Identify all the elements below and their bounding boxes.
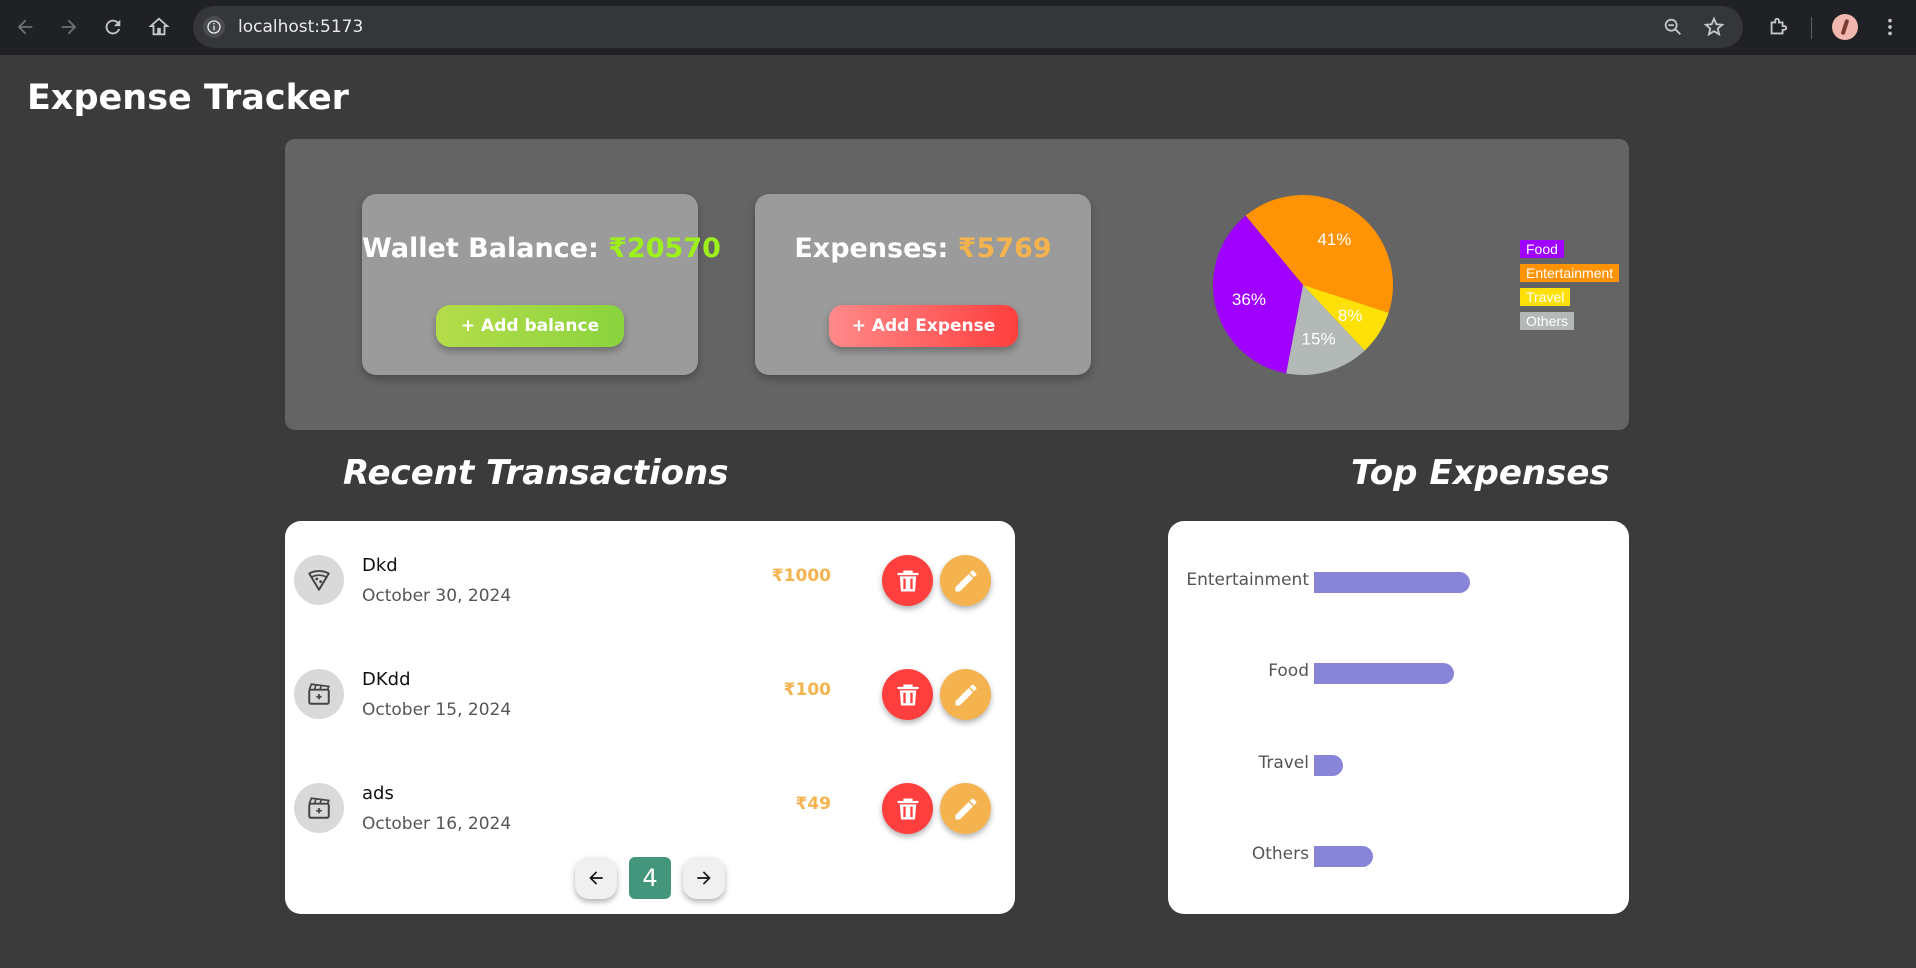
pie-value-label: 15%	[1302, 330, 1336, 349]
movie-icon	[294, 669, 344, 719]
wallet-balance-text: Wallet Balance: ₹20570	[362, 233, 721, 264]
delete-button[interactable]	[882, 555, 933, 606]
trash-icon	[897, 798, 918, 819]
recent-transactions-title: Recent Transactions	[343, 453, 729, 493]
wallet-label: Wallet Balance:	[362, 233, 599, 264]
movie-icon	[294, 783, 344, 833]
bar-food	[1314, 663, 1454, 684]
prev-page-button[interactable]	[575, 857, 617, 899]
bar-row: Travel	[1168, 750, 1629, 780]
profile-avatar[interactable]	[1832, 14, 1858, 40]
transaction-row[interactable]: ads October 16, 2024 ₹49	[285, 749, 1014, 863]
pagination: 4	[575, 857, 725, 899]
arrow-right-icon	[697, 871, 711, 885]
transaction-date: October 15, 2024	[362, 700, 512, 720]
current-page: 4	[629, 857, 671, 899]
delete-button[interactable]	[882, 783, 933, 834]
wallet-amount: ₹20570	[608, 233, 721, 264]
pie-value-label: 41%	[1317, 230, 1351, 249]
pizza-icon	[294, 555, 344, 605]
top-expenses-panel: Entertainment Food Travel Others	[1168, 521, 1629, 914]
pie-value-label: 8%	[1338, 306, 1363, 325]
back-button[interactable]	[8, 10, 42, 44]
transaction-row[interactable]: DKdd October 15, 2024 ₹100	[285, 635, 1014, 749]
transaction-amount: ₹49	[795, 794, 832, 814]
site-info-icon[interactable]	[203, 16, 225, 38]
pie-legend: Food Entertainment Travel Others	[1520, 240, 1620, 336]
pencil-icon	[955, 684, 976, 705]
expenses-amount: ₹5769	[957, 233, 1052, 264]
bar-row: Entertainment	[1168, 567, 1629, 597]
legend-item-food: Food	[1520, 240, 1564, 258]
forward-button[interactable]	[52, 10, 86, 44]
legend-item-entertainment: Entertainment	[1520, 264, 1620, 282]
transaction-name: ads	[362, 783, 394, 804]
bar-label: Food	[1268, 661, 1309, 681]
bar-entertainment	[1314, 572, 1470, 593]
add-balance-button[interactable]: + Add balance	[436, 305, 624, 347]
add-expense-button[interactable]: + Add Expense	[829, 305, 1018, 347]
browser-toolbar: localhost:5173	[0, 0, 1916, 55]
legend-item-others: Others	[1520, 312, 1575, 330]
legend-item-travel: Travel	[1520, 288, 1571, 306]
summary-panel: Wallet Balance: ₹20570 + Add balance Exp…	[285, 139, 1629, 430]
home-button[interactable]	[142, 10, 176, 44]
menu-button[interactable]	[1873, 10, 1907, 44]
top-expenses-title: Top Expenses	[1351, 453, 1610, 493]
edit-button[interactable]	[940, 783, 991, 834]
edit-button[interactable]	[940, 555, 991, 606]
pencil-icon	[955, 798, 976, 819]
arrow-left-icon	[589, 871, 603, 885]
expense-pie-chart: 41% 8%15% 36%	[1213, 194, 1393, 375]
bar-label: Entertainment	[1186, 570, 1309, 590]
trash-icon	[897, 570, 918, 591]
pie-value-label: 36%	[1232, 290, 1266, 309]
transaction-date: October 30, 2024	[362, 586, 512, 606]
transaction-row[interactable]: Dkd October 30, 2024 ₹1000	[285, 521, 1014, 635]
bar-row: Others	[1168, 841, 1629, 871]
transaction-amount: ₹1000	[771, 566, 831, 586]
pencil-icon	[955, 570, 976, 591]
bookmark-star-icon[interactable]	[1703, 16, 1725, 38]
home-icon	[148, 17, 170, 36]
next-page-button[interactable]	[683, 857, 725, 899]
arrow-right-icon	[61, 19, 77, 35]
arrow-left-icon	[17, 19, 33, 35]
transaction-date: October 16, 2024	[362, 814, 512, 834]
expenses-card: Expenses: ₹5769 + Add Expense	[755, 194, 1091, 375]
bar-label: Others	[1251, 844, 1309, 864]
transaction-name: Dkd	[362, 555, 398, 576]
transaction-name: DKdd	[362, 669, 411, 690]
transactions-panel: Dkd October 30, 2024 ₹1000 DKdd October …	[285, 521, 1015, 914]
expenses-text: Expenses: ₹5769	[755, 233, 1091, 264]
address-bar[interactable]: localhost:5173	[193, 6, 1743, 48]
bar-label: Travel	[1258, 753, 1309, 773]
reload-icon	[105, 19, 121, 35]
bar-others	[1314, 846, 1373, 867]
edit-button[interactable]	[940, 669, 991, 720]
url-text: localhost:5173	[238, 17, 364, 37]
zoom-icon[interactable]	[1662, 16, 1684, 38]
transaction-amount: ₹100	[783, 680, 831, 700]
reload-button[interactable]	[96, 10, 130, 44]
trash-icon	[897, 684, 918, 705]
bar-travel	[1314, 755, 1344, 776]
bar-row: Food	[1168, 658, 1629, 688]
expenses-label: Expenses:	[794, 233, 949, 264]
delete-button[interactable]	[882, 669, 933, 720]
extensions-button[interactable]	[1761, 10, 1795, 44]
toolbar-divider	[1811, 17, 1812, 39]
page-title: Expense Tracker	[27, 78, 349, 118]
wallet-card: Wallet Balance: ₹20570 + Add balance	[362, 194, 721, 375]
more-vert-icon	[1888, 18, 1892, 36]
puzzle-icon	[1770, 17, 1788, 35]
